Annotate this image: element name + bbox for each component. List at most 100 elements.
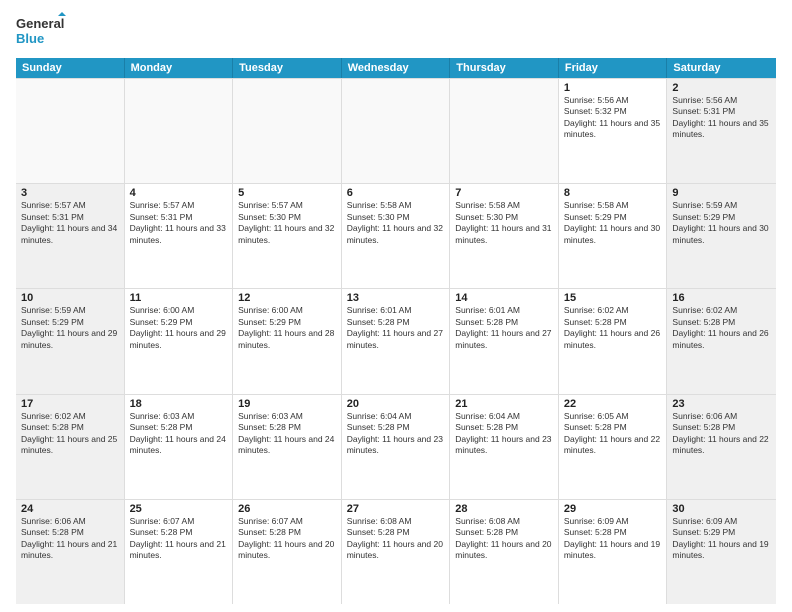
calendar-cell: 19Sunrise: 6:03 AM Sunset: 5:28 PM Dayli… [233,395,342,499]
calendar-cell: 21Sunrise: 6:04 AM Sunset: 5:28 PM Dayli… [450,395,559,499]
day-number: 2 [672,82,771,94]
cell-info: Sunrise: 5:59 AM Sunset: 5:29 PM Dayligh… [672,200,771,246]
calendar-header: SundayMondayTuesdayWednesdayThursdayFrid… [16,58,776,78]
calendar-cell: 7Sunrise: 5:58 AM Sunset: 5:30 PM Daylig… [450,184,559,288]
logo-svg: General Blue [16,12,66,50]
day-number: 21 [455,398,553,410]
calendar-cell: 6Sunrise: 5:58 AM Sunset: 5:30 PM Daylig… [342,184,451,288]
day-number: 23 [672,398,771,410]
cell-info: Sunrise: 6:05 AM Sunset: 5:28 PM Dayligh… [564,411,662,457]
cell-info: Sunrise: 6:04 AM Sunset: 5:28 PM Dayligh… [347,411,445,457]
cell-info: Sunrise: 6:08 AM Sunset: 5:28 PM Dayligh… [347,516,445,562]
calendar-cell: 13Sunrise: 6:01 AM Sunset: 5:28 PM Dayli… [342,289,451,393]
cell-info: Sunrise: 5:56 AM Sunset: 5:31 PM Dayligh… [672,95,771,141]
day-number: 19 [238,398,336,410]
day-number: 24 [21,503,119,515]
calendar-cell: 3Sunrise: 5:57 AM Sunset: 5:31 PM Daylig… [16,184,125,288]
day-number: 29 [564,503,662,515]
cell-info: Sunrise: 6:09 AM Sunset: 5:29 PM Dayligh… [672,516,771,562]
day-number: 10 [21,292,119,304]
cell-info: Sunrise: 5:59 AM Sunset: 5:29 PM Dayligh… [21,305,119,351]
calendar-cell: 2Sunrise: 5:56 AM Sunset: 5:31 PM Daylig… [667,79,776,183]
calendar-cell: 4Sunrise: 5:57 AM Sunset: 5:31 PM Daylig… [125,184,234,288]
page: General Blue SundayMondayTuesdayWednesda… [0,0,792,612]
cell-info: Sunrise: 6:07 AM Sunset: 5:28 PM Dayligh… [130,516,228,562]
calendar: SundayMondayTuesdayWednesdayThursdayFrid… [16,58,776,604]
day-number: 16 [672,292,771,304]
day-number: 12 [238,292,336,304]
day-header: Sunday [16,58,125,78]
cell-info: Sunrise: 6:00 AM Sunset: 5:29 PM Dayligh… [130,305,228,351]
calendar-cell: 20Sunrise: 6:04 AM Sunset: 5:28 PM Dayli… [342,395,451,499]
cell-info: Sunrise: 6:06 AM Sunset: 5:28 PM Dayligh… [672,411,771,457]
cell-info: Sunrise: 6:03 AM Sunset: 5:28 PM Dayligh… [238,411,336,457]
calendar-cell: 14Sunrise: 6:01 AM Sunset: 5:28 PM Dayli… [450,289,559,393]
calendar-row: 3Sunrise: 5:57 AM Sunset: 5:31 PM Daylig… [16,184,776,289]
calendar-cell: 11Sunrise: 6:00 AM Sunset: 5:29 PM Dayli… [125,289,234,393]
cell-info: Sunrise: 6:02 AM Sunset: 5:28 PM Dayligh… [21,411,119,457]
calendar-cell: 25Sunrise: 6:07 AM Sunset: 5:28 PM Dayli… [125,500,234,604]
day-number: 13 [347,292,445,304]
day-number: 4 [130,187,228,199]
day-number: 22 [564,398,662,410]
calendar-cell: 15Sunrise: 6:02 AM Sunset: 5:28 PM Dayli… [559,289,668,393]
cell-info: Sunrise: 6:04 AM Sunset: 5:28 PM Dayligh… [455,411,553,457]
calendar-row: 1Sunrise: 5:56 AM Sunset: 5:32 PM Daylig… [16,79,776,184]
day-header: Tuesday [233,58,342,78]
cell-info: Sunrise: 5:58 AM Sunset: 5:30 PM Dayligh… [455,200,553,246]
calendar-cell [125,79,234,183]
day-header: Friday [559,58,668,78]
day-number: 25 [130,503,228,515]
cell-info: Sunrise: 5:56 AM Sunset: 5:32 PM Dayligh… [564,95,662,141]
calendar-row: 24Sunrise: 6:06 AM Sunset: 5:28 PM Dayli… [16,500,776,604]
day-number: 6 [347,187,445,199]
day-number: 14 [455,292,553,304]
cell-info: Sunrise: 5:57 AM Sunset: 5:31 PM Dayligh… [21,200,119,246]
calendar-cell: 18Sunrise: 6:03 AM Sunset: 5:28 PM Dayli… [125,395,234,499]
calendar-cell [450,79,559,183]
day-number: 15 [564,292,662,304]
cell-info: Sunrise: 6:02 AM Sunset: 5:28 PM Dayligh… [564,305,662,351]
calendar-cell: 16Sunrise: 6:02 AM Sunset: 5:28 PM Dayli… [667,289,776,393]
day-number: 26 [238,503,336,515]
day-number: 7 [455,187,553,199]
day-number: 5 [238,187,336,199]
svg-text:Blue: Blue [16,31,44,46]
calendar-cell [16,79,125,183]
calendar-cell: 29Sunrise: 6:09 AM Sunset: 5:28 PM Dayli… [559,500,668,604]
cell-info: Sunrise: 6:03 AM Sunset: 5:28 PM Dayligh… [130,411,228,457]
calendar-cell: 27Sunrise: 6:08 AM Sunset: 5:28 PM Dayli… [342,500,451,604]
day-header: Wednesday [342,58,451,78]
day-number: 20 [347,398,445,410]
calendar-cell: 9Sunrise: 5:59 AM Sunset: 5:29 PM Daylig… [667,184,776,288]
calendar-cell [233,79,342,183]
cell-info: Sunrise: 6:00 AM Sunset: 5:29 PM Dayligh… [238,305,336,351]
day-number: 9 [672,187,771,199]
day-number: 8 [564,187,662,199]
day-header: Thursday [450,58,559,78]
calendar-cell: 22Sunrise: 6:05 AM Sunset: 5:28 PM Dayli… [559,395,668,499]
day-number: 27 [347,503,445,515]
calendar-cell: 24Sunrise: 6:06 AM Sunset: 5:28 PM Dayli… [16,500,125,604]
day-number: 3 [21,187,119,199]
day-number: 18 [130,398,228,410]
day-number: 1 [564,82,662,94]
cell-info: Sunrise: 6:06 AM Sunset: 5:28 PM Dayligh… [21,516,119,562]
cell-info: Sunrise: 6:01 AM Sunset: 5:28 PM Dayligh… [347,305,445,351]
calendar-cell: 28Sunrise: 6:08 AM Sunset: 5:28 PM Dayli… [450,500,559,604]
logo: General Blue [16,12,66,50]
calendar-cell [342,79,451,183]
cell-info: Sunrise: 5:58 AM Sunset: 5:29 PM Dayligh… [564,200,662,246]
svg-text:General: General [16,16,64,31]
day-header: Saturday [667,58,776,78]
calendar-cell: 17Sunrise: 6:02 AM Sunset: 5:28 PM Dayli… [16,395,125,499]
calendar-body: 1Sunrise: 5:56 AM Sunset: 5:32 PM Daylig… [16,78,776,604]
cell-info: Sunrise: 5:58 AM Sunset: 5:30 PM Dayligh… [347,200,445,246]
calendar-cell: 30Sunrise: 6:09 AM Sunset: 5:29 PM Dayli… [667,500,776,604]
calendar-cell: 10Sunrise: 5:59 AM Sunset: 5:29 PM Dayli… [16,289,125,393]
calendar-cell: 23Sunrise: 6:06 AM Sunset: 5:28 PM Dayli… [667,395,776,499]
cell-info: Sunrise: 6:08 AM Sunset: 5:28 PM Dayligh… [455,516,553,562]
calendar-row: 10Sunrise: 5:59 AM Sunset: 5:29 PM Dayli… [16,289,776,394]
day-number: 28 [455,503,553,515]
header: General Blue [16,12,776,50]
